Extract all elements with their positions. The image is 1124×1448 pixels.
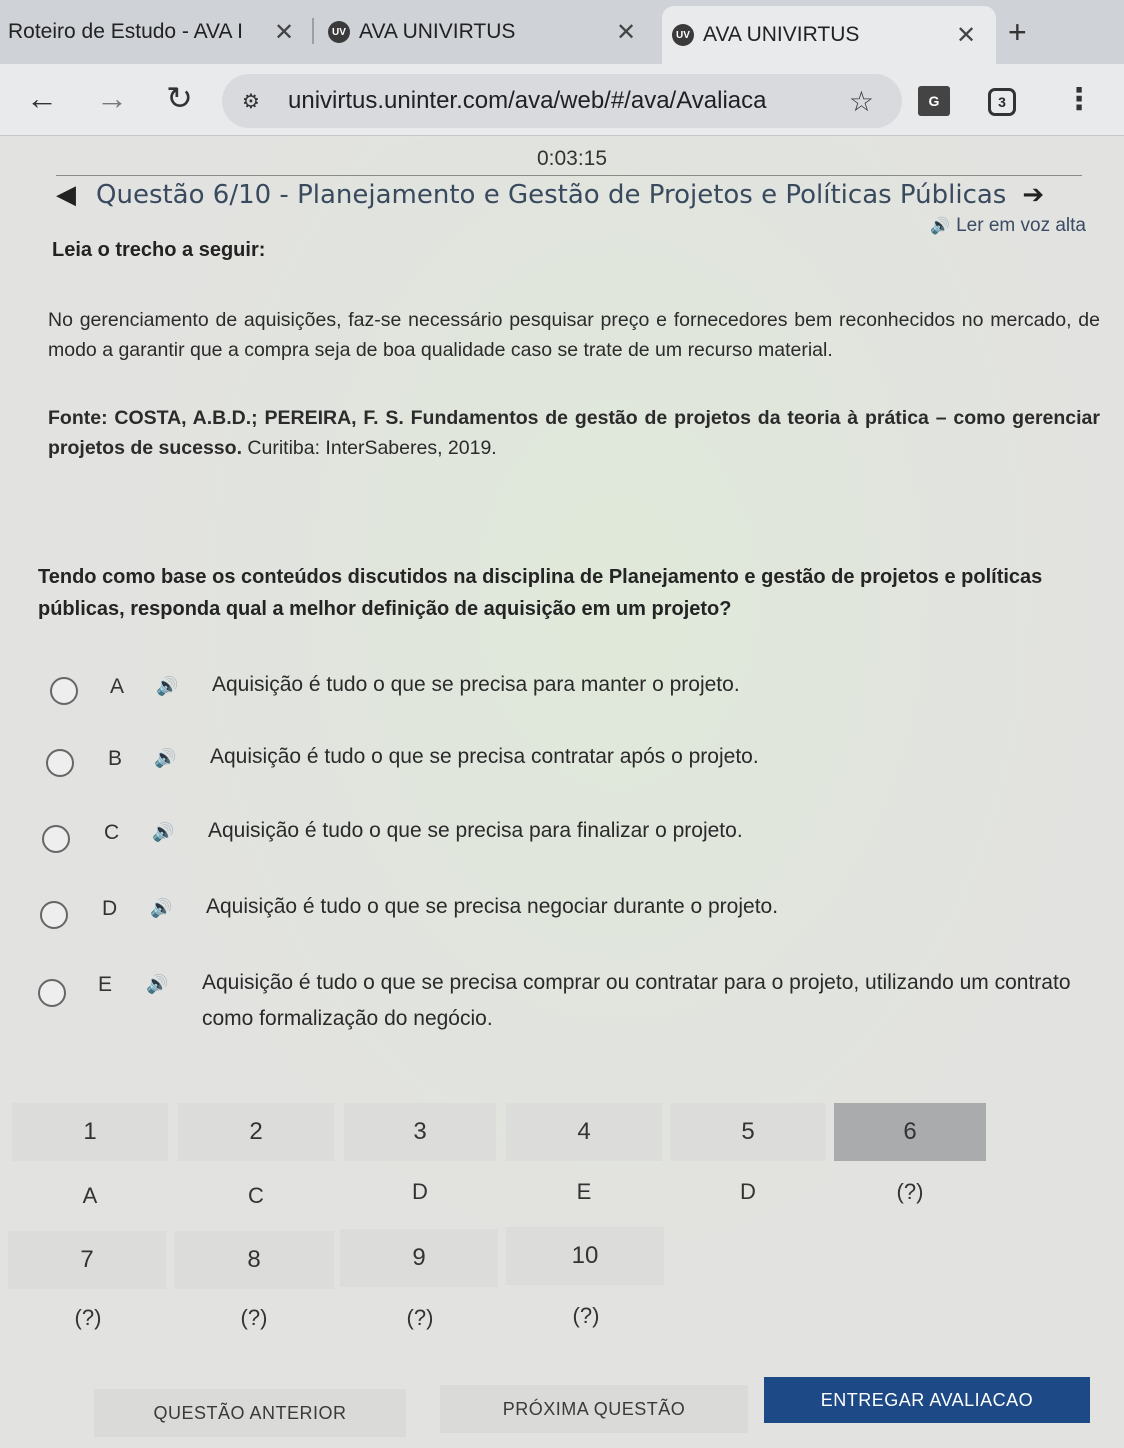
nav-answer-6: (?) (896, 1179, 924, 1204)
tab-separator (312, 18, 314, 44)
tab-close-icon[interactable]: ✕ (616, 18, 636, 47)
new-tab-button[interactable]: + (1008, 14, 1027, 51)
option-text: Aquisição é tudo o que se precisa para f… (208, 819, 743, 842)
browser-menu-icon[interactable]: ⋮ (1064, 82, 1094, 117)
radio-option-a[interactable] (50, 677, 78, 705)
previous-question-arrow-icon[interactable]: ◀ (56, 179, 76, 210)
nav-answer-4: E (576, 1179, 592, 1204)
bookmark-star-icon[interactable]: ☆ (849, 85, 874, 118)
next-question-arrow-icon[interactable]: ➔ (1022, 179, 1044, 210)
forward-arrow-icon[interactable]: → (96, 78, 128, 118)
speaker-icon[interactable]: 🔊 (156, 676, 178, 697)
nav-cell-4[interactable]: 4 (506, 1103, 662, 1161)
nav-cell-2[interactable]: 2 (178, 1103, 334, 1161)
divider (56, 175, 1082, 176)
question-text: Tendo como base os conteúdos discutidos … (38, 566, 1043, 620)
reload-icon[interactable]: ↻ (166, 78, 193, 118)
excerpt: No gerenciamento de aquisições, faz-se n… (48, 309, 1100, 361)
option-text: Aquisição é tudo o que se precisa negoci… (206, 895, 779, 918)
lead-text: Leia o trecho a seguir: (52, 239, 266, 261)
speaker-icon[interactable]: 🔊 (146, 974, 168, 995)
question-header: ◀ Questão 6/10 - Planejamento e Gestão d… (56, 179, 1086, 210)
site-settings-icon[interactable]: ⚙ (242, 89, 282, 114)
previous-question-button[interactable]: QUESTÃO ANTERIOR (94, 1389, 406, 1437)
source-citation: Fonte: COSTA, A.B.D.; PEREIRA, F. S. Fun… (48, 403, 1100, 463)
speaker-icon[interactable]: 🔊 (150, 898, 172, 919)
nav-answer-1: A (82, 1183, 98, 1208)
nav-answer-5: D (740, 1179, 756, 1204)
nav-cell-8[interactable]: 8 (174, 1231, 334, 1289)
tab-title: AVA UNIVIRTUS (703, 23, 860, 46)
tab-ava-univirtus-1[interactable]: UV AVA UNIVIRTUS ✕ (328, 8, 648, 56)
univirtus-favicon-icon: UV (672, 24, 694, 46)
tab-close-icon[interactable]: ✕ (274, 18, 294, 47)
source-suffix: Curitiba: InterSaberes, 2019. (247, 437, 497, 459)
browser-toolbar: ← → ↻ ⚙ univirtus.uninter.com/ava/web/#/… (0, 64, 1124, 136)
radio-option-e[interactable] (38, 979, 66, 1007)
read-aloud-label: Ler em voz alta (956, 215, 1086, 236)
translate-extension-icon[interactable]: G (918, 86, 950, 116)
question-title: Questão 6/10 - Planejamento e Gestão de … (96, 179, 1007, 210)
nav-answer-9: (?) (406, 1305, 434, 1330)
extension-badge-icon[interactable]: 3 (988, 88, 1016, 116)
option-letter: A (110, 675, 125, 698)
option-letter: E (98, 973, 113, 996)
speaker-icon[interactable]: 🔊 (154, 748, 176, 769)
tab-title: AVA UNIVIRTUS (359, 20, 516, 43)
assessment-page: 0:03:15 ◀ Questão 6/10 - Planejamento e … (0, 137, 1124, 1448)
nav-cell-10[interactable]: 10 (506, 1227, 664, 1285)
nav-answer-10: (?) (572, 1303, 600, 1328)
option-text: Aquisição é tudo o que se precisa contra… (210, 745, 759, 768)
timer: 0:03:15 (536, 147, 608, 170)
nav-cell-6[interactable]: 6 (834, 1103, 986, 1161)
univirtus-favicon-icon: UV (328, 21, 350, 43)
nav-cell-1[interactable]: 1 (12, 1103, 168, 1161)
nav-answer-8: (?) (240, 1305, 268, 1330)
tab-title: Roteiro de Estudo - AVA I (8, 20, 244, 43)
speaker-icon: 🔊 (930, 218, 951, 235)
option-text: Aquisição é tudo o que se precisa para m… (212, 673, 740, 696)
tab-close-icon[interactable]: ✕ (956, 21, 976, 50)
nav-cell-5[interactable]: 5 (670, 1103, 826, 1161)
nav-cell-7[interactable]: 7 (8, 1231, 166, 1289)
tab-strip: Roteiro de Estudo - AVA I ✕ UV AVA UNIVI… (0, 0, 1124, 64)
radio-option-b[interactable] (46, 749, 74, 777)
radio-option-d[interactable] (40, 901, 68, 929)
read-aloud-button[interactable]: 🔊 Ler em voz alta (930, 215, 1086, 237)
url-text[interactable]: univirtus.uninter.com/ava/web/#/ava/Aval… (288, 87, 767, 115)
option-text: Aquisição é tudo o que se precisa compra… (202, 971, 1071, 1030)
nav-answer-2: C (248, 1183, 264, 1208)
tab-roteiro[interactable]: Roteiro de Estudo - AVA I ✕ (8, 8, 308, 56)
tab-ava-univirtus-2[interactable]: UV AVA UNIVIRTUS ✕ (662, 6, 996, 64)
nav-cell-9[interactable]: 9 (340, 1229, 498, 1287)
option-letter: B (108, 747, 123, 770)
radio-option-c[interactable] (42, 825, 70, 853)
nav-answer-3: D (412, 1179, 428, 1204)
nav-cell-3[interactable]: 3 (344, 1103, 496, 1161)
address-bar[interactable]: ⚙ univirtus.uninter.com/ava/web/#/ava/Av… (222, 74, 902, 128)
submit-assessment-button[interactable]: ENTREGAR AVALIACAO (764, 1377, 1090, 1423)
speaker-icon[interactable]: 🔊 (152, 822, 174, 843)
nav-answer-7: (?) (74, 1305, 102, 1330)
option-letter: C (104, 821, 120, 844)
next-question-button[interactable]: PRÓXIMA QUESTÃO (440, 1385, 748, 1433)
option-letter: D (102, 897, 118, 920)
back-arrow-icon[interactable]: ← (26, 78, 58, 118)
source-prefix: Fonte: COSTA, A.B.D.; PEREIRA, F. S. (48, 407, 404, 429)
